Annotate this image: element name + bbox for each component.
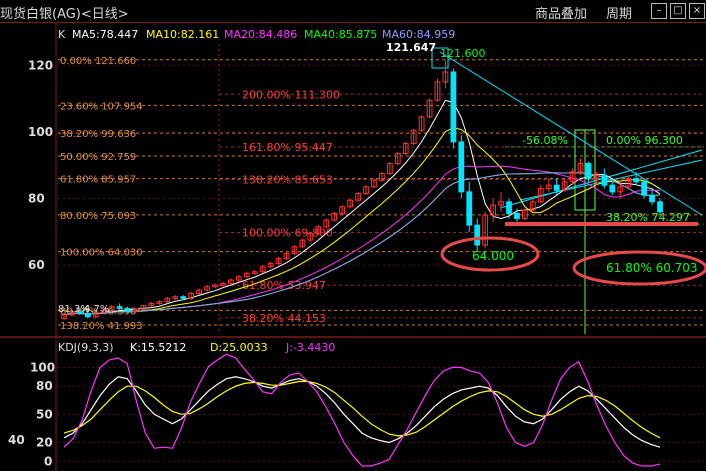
kdj-tick: 20 xyxy=(36,436,53,450)
candle-body xyxy=(633,178,640,183)
fib-right-label: -56.08% xyxy=(522,134,568,147)
period-button[interactable]: 周期 xyxy=(606,3,632,22)
candle-body xyxy=(450,71,457,143)
overlay-commodity-button[interactable]: 商品叠加 xyxy=(535,3,587,22)
kdj-title: KDJ(9,3,3) xyxy=(58,341,114,354)
legend-ma10: MA10:82.161 xyxy=(146,28,219,41)
ma-line xyxy=(63,99,661,316)
price-axis-labels: 60 80 100 120 xyxy=(28,58,53,272)
kdj-line xyxy=(63,376,661,448)
fib-mid-label: 200.00% 111.300 xyxy=(242,88,340,101)
candle-body xyxy=(553,184,560,191)
candle-body xyxy=(116,306,123,309)
chart-area: 0.00% 121.660 23.60% 107.954 38.20% 99.636… xyxy=(0,22,706,471)
price-tick: 80 xyxy=(28,191,45,205)
fib-label: 80.00% 75.093 xyxy=(60,211,136,222)
legend-ma60: MA60:84.959 xyxy=(382,28,455,41)
kdj-tick-40: 40 xyxy=(8,433,25,447)
fib-levels: 0.00% 121.660 23.60% 107.954 38.20% 99.636… xyxy=(58,56,704,332)
kdj-line xyxy=(63,380,661,439)
legend-k: K xyxy=(58,28,66,41)
small-label-2: 4.7% xyxy=(84,304,109,315)
candle-body xyxy=(506,201,512,214)
price-tick: 60 xyxy=(28,258,45,272)
candle-body xyxy=(180,296,187,299)
fib-label: 23.60% 107.954 xyxy=(60,101,143,112)
kdj-axis-labels: 0 20 50 80 100 xyxy=(30,360,55,468)
ma-line xyxy=(63,172,661,316)
kdj-tick: 50 xyxy=(36,407,53,421)
fib-label: 50.00% 92.759 xyxy=(60,152,136,163)
candle-body xyxy=(458,141,465,193)
legend-ma20: MA20:84.486 xyxy=(224,28,297,41)
ma-line xyxy=(63,172,661,316)
kdj-line xyxy=(63,353,661,467)
price-tick: 100 xyxy=(28,125,53,139)
candle-body xyxy=(474,224,481,246)
kdj-k-value: K:15.5212 xyxy=(130,341,186,354)
chart-title: 现货白银(AG)<日线> xyxy=(0,7,129,22)
candle-body xyxy=(649,194,655,203)
candle-body xyxy=(609,184,616,193)
fib-label: 0.00% 121.660 xyxy=(60,56,136,67)
restore-icon[interactable]: □ xyxy=(670,3,686,19)
fib-label: 61.80% 85.957 xyxy=(60,175,136,186)
price-tick: 120 xyxy=(28,58,53,72)
legend-ma5: MA5:78.447 xyxy=(72,28,138,41)
fib-label: 100.00% 64.030 xyxy=(60,248,143,259)
candle-body xyxy=(124,307,131,313)
candle-body xyxy=(514,212,520,219)
high-box-label: 121.600 xyxy=(440,47,486,60)
fib-label: 138.20% 41.993 xyxy=(60,321,143,332)
moving-averages xyxy=(63,99,661,316)
high-price-label: 121.647 xyxy=(386,41,436,54)
kdj-j-value: J:-3.4430 xyxy=(285,341,335,354)
circled-64-label: 64.000 xyxy=(472,249,514,263)
candle-body xyxy=(641,181,647,196)
fib-mid-label: 38.20% 44.153 xyxy=(242,312,326,325)
legend-ma40: MA40:85.875 xyxy=(304,28,377,41)
minimize-icon[interactable]: – xyxy=(651,3,667,19)
close-icon[interactable]: × xyxy=(689,3,705,19)
candlesticks xyxy=(61,59,663,321)
candle-body xyxy=(585,163,592,180)
candle-body xyxy=(466,191,473,226)
fib-mid-label: 138.20% 85.653 xyxy=(242,174,333,187)
kdj-pane xyxy=(63,353,661,467)
candle-body xyxy=(601,174,608,186)
candle-body xyxy=(657,201,663,213)
title-bar: 现货白银(AG)<日线> 商品叠加 周期 – □ × xyxy=(0,0,706,23)
fib-right-label: 0.00% 96.300 xyxy=(606,134,683,147)
fib-mid-label: 161.80% 95.447 xyxy=(242,141,333,154)
kdj-d-value: D:25.0033 xyxy=(210,341,268,354)
kdj-tick: 80 xyxy=(36,379,53,393)
kdj-tick: 100 xyxy=(30,360,55,374)
kdj-tick: 0 xyxy=(44,454,52,468)
circled-60703-label: 61.80% 60.703 xyxy=(606,261,698,275)
fib-label: 38.20% 99.636 xyxy=(60,129,136,140)
